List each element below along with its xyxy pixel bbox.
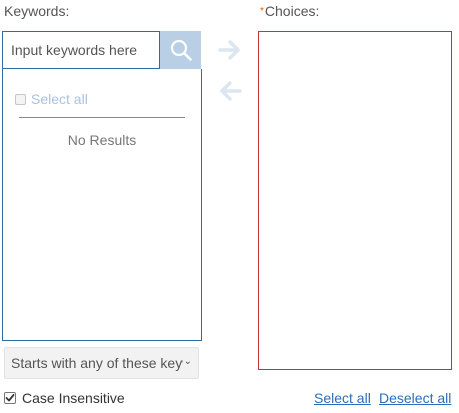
- choices-label: Choices:: [264, 3, 320, 19]
- required-marker: *: [260, 6, 264, 17]
- checkmark-icon: [5, 394, 15, 402]
- keywords-label: Keywords:: [4, 3, 70, 19]
- select-all-option[interactable]: Select all: [15, 91, 88, 107]
- keywords-results-list: Select all No Results: [2, 69, 202, 341]
- select-all-checkbox[interactable]: [15, 93, 26, 105]
- select-all-label: Select all: [31, 91, 88, 107]
- arrow-left-icon[interactable]: [218, 80, 242, 102]
- no-results-message: No Results: [67, 132, 137, 148]
- case-insensitive-label: Case Insensitive: [22, 390, 125, 406]
- choices-label-container: *Choices:: [260, 3, 319, 19]
- search-input[interactable]: [3, 32, 159, 68]
- arrow-right-icon[interactable]: [218, 39, 242, 61]
- results-divider: [19, 117, 185, 118]
- chevron-down-icon: ⌄: [183, 356, 192, 367]
- choices-list[interactable]: [258, 31, 452, 370]
- deselect-all-link[interactable]: Deselect all: [379, 390, 451, 406]
- select-all-link[interactable]: Select all: [314, 390, 371, 406]
- match-mode-value: Starts with any of these keywords: [11, 355, 183, 371]
- search-icon: [170, 39, 192, 61]
- match-mode-select[interactable]: Starts with any of these keywords ⌄: [4, 347, 199, 379]
- case-insensitive-checkbox[interactable]: [4, 392, 16, 404]
- case-insensitive-option[interactable]: Case Insensitive: [4, 390, 125, 406]
- search-box: [2, 31, 160, 69]
- search-button[interactable]: [160, 31, 201, 69]
